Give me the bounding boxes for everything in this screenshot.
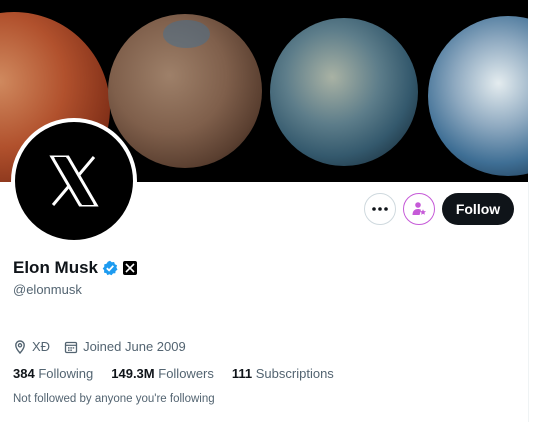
joined-text: Joined June 2009 [83, 339, 186, 354]
calendar-icon [64, 341, 78, 353]
profile-handle: @elonmusk [13, 282, 82, 297]
affiliate-x-badge[interactable] [123, 261, 138, 275]
profile-name: Elon Musk [13, 258, 99, 277]
terraformed-planet-image [270, 18, 418, 166]
x-logo-icon [125, 263, 135, 273]
followers-label: Followers [158, 366, 214, 381]
profile-meta: XÐ Joined June 2009 [13, 339, 200, 354]
more-options-button[interactable] [364, 193, 396, 225]
location-item: XÐ [13, 339, 50, 354]
subscribe-button[interactable] [403, 193, 435, 225]
terraforming-planet-image [108, 14, 262, 168]
avatar[interactable] [11, 118, 137, 244]
follow-button[interactable]: Follow [442, 193, 514, 225]
page-edge [528, 0, 540, 422]
location-pin-icon [15, 339, 25, 354]
followers-link[interactable]: 149.3M Followers [111, 366, 214, 381]
subscribe-star-icon [412, 202, 426, 215]
joined-item: Joined June 2009 [64, 339, 186, 354]
not-followed-text: Not followed by anyone you're following [13, 393, 215, 405]
more-horizontal-icon [372, 207, 388, 211]
profile-stats: 384 Following 149.3M Followers 111 Subsc… [13, 366, 352, 381]
earthlike-planet-image [428, 16, 528, 176]
following-label: Following [38, 366, 94, 381]
subscriptions-count: 111 [231, 366, 253, 381]
subscriptions-link[interactable]: 111 Subscriptions [232, 366, 334, 381]
following-count: 384 [13, 366, 35, 381]
location-text: XÐ [32, 339, 51, 354]
following-link[interactable]: 384 Following [13, 366, 93, 381]
subscriptions-label: Subscriptions [255, 366, 334, 381]
verified-badge-icon[interactable] [102, 260, 118, 276]
profile-name-row: Elon Musk [13, 258, 138, 278]
x-logo-icon [49, 155, 99, 207]
column-divider [528, 182, 529, 422]
followers-count: 149.3M [111, 366, 155, 381]
